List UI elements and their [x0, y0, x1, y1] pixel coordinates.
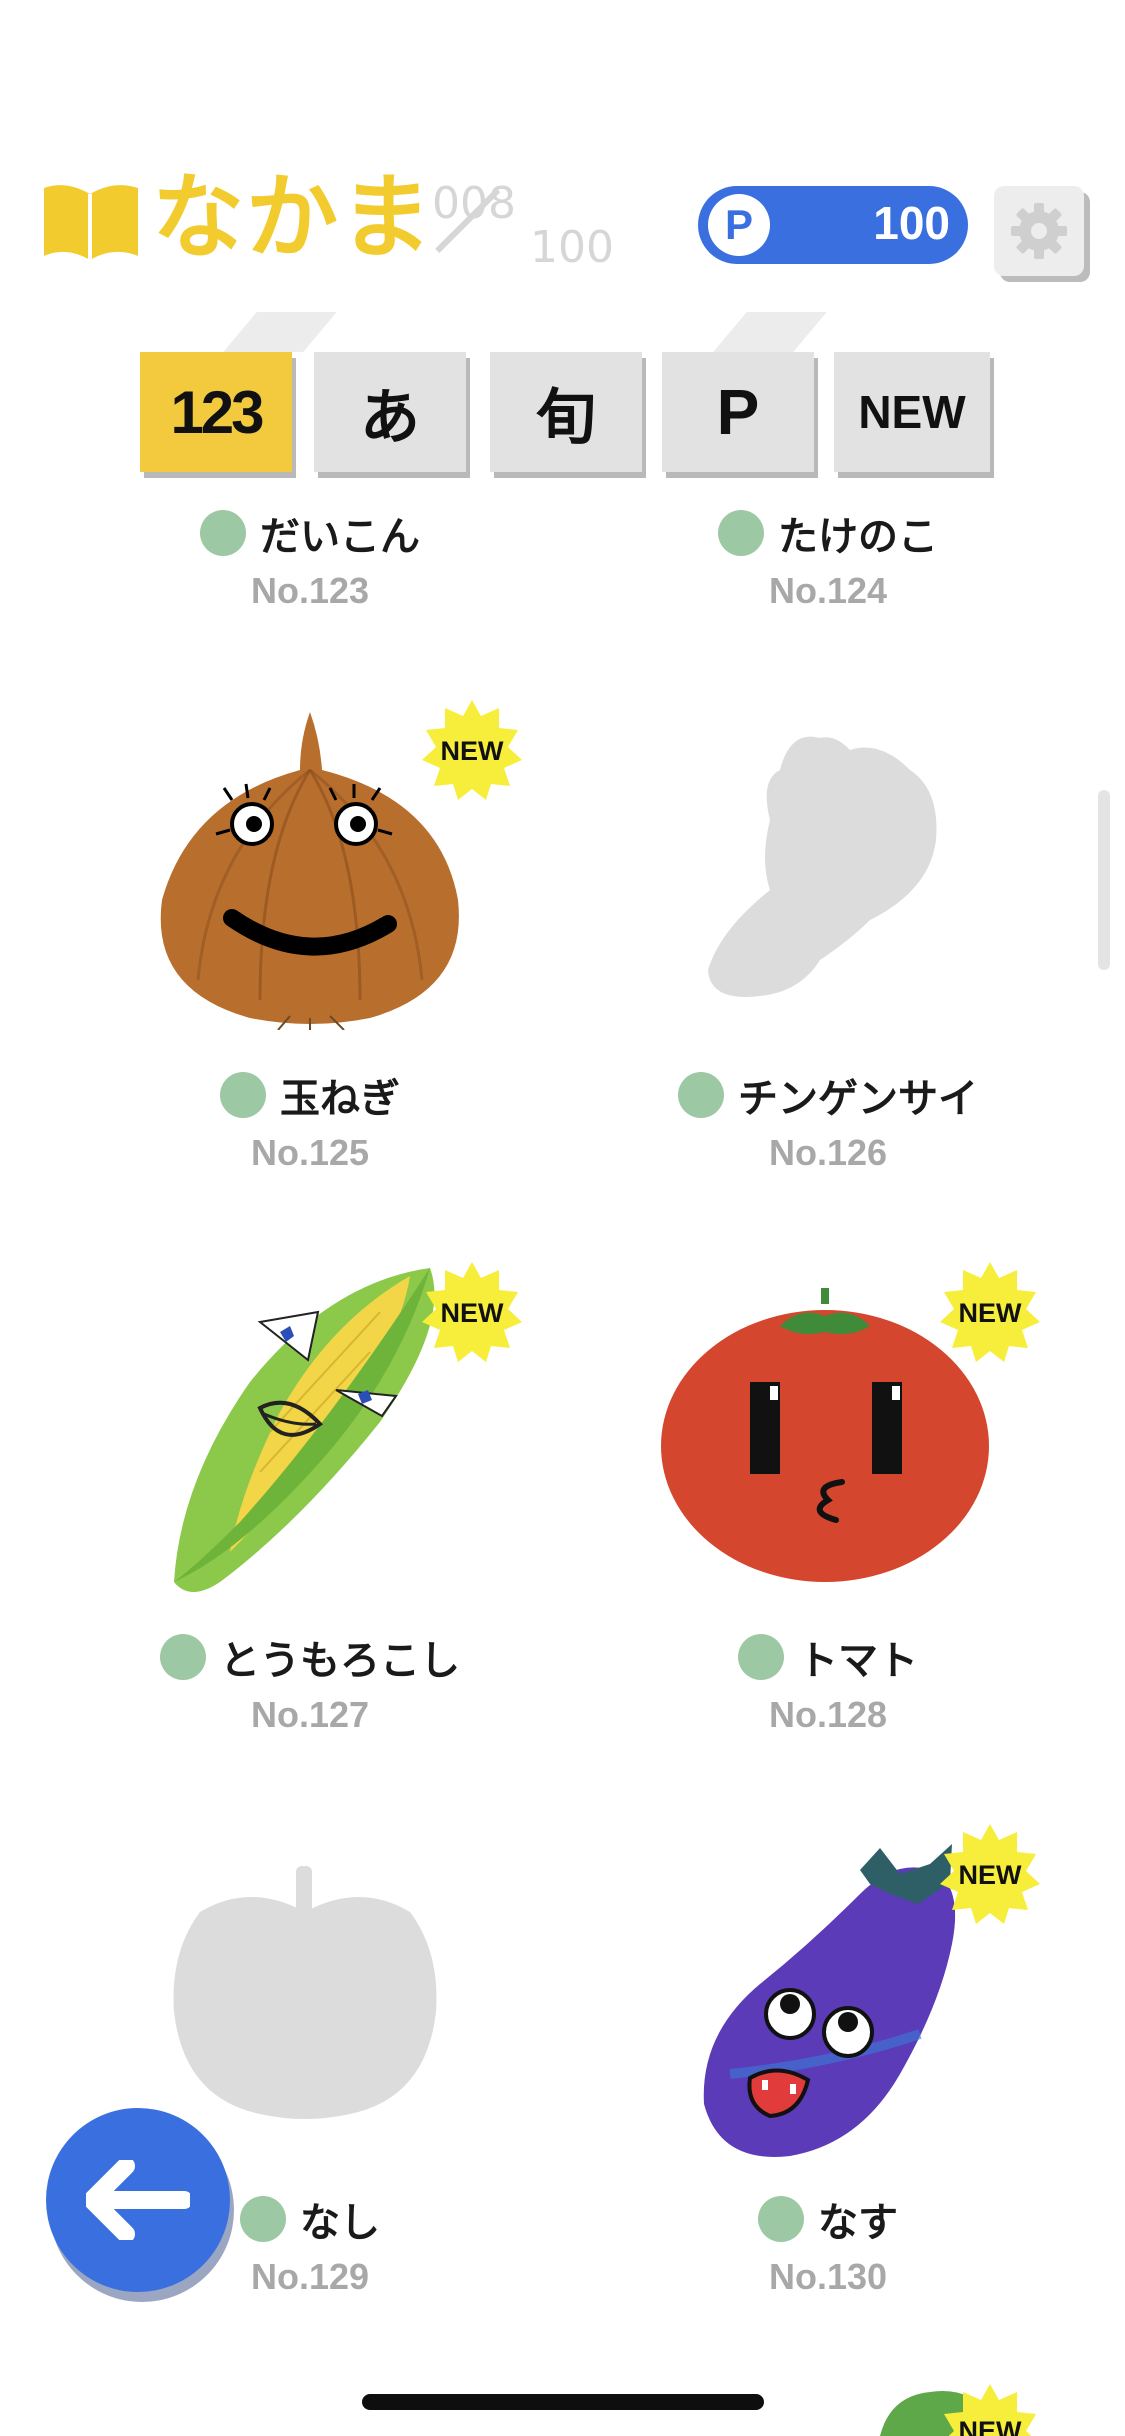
total-count: 100	[530, 222, 614, 273]
list-item-label[interactable]: たけのこ	[568, 504, 1088, 562]
new-badge: NEW	[422, 1262, 522, 1362]
gear-icon	[1011, 203, 1067, 259]
new-badge: NEW	[940, 1824, 1040, 1924]
back-button[interactable]	[46, 2108, 230, 2292]
item-number: No.123	[250, 570, 370, 611]
arrow-left-icon	[86, 2160, 190, 2240]
new-badge: NEW	[422, 700, 522, 800]
list-item-label[interactable]: だいこん	[50, 504, 570, 562]
book-icon	[44, 185, 138, 260]
locked-silhouette-image[interactable]	[700, 730, 940, 1002]
status-dot	[758, 2196, 804, 2242]
list-item-label[interactable]: チンゲンサイ	[568, 1066, 1088, 1124]
tab-points[interactable]: P	[662, 352, 814, 472]
scrollbar[interactable]	[1098, 790, 1110, 970]
item-number: No.130	[768, 2256, 888, 2297]
item-number: No.128	[768, 1694, 888, 1735]
tab-new[interactable]: NEW	[834, 352, 990, 472]
svg-text:NEW: NEW	[441, 1298, 505, 1328]
svg-text:NEW: NEW	[441, 736, 505, 766]
item-number: No.125	[250, 1132, 370, 1173]
status-dot	[160, 1634, 206, 1680]
status-dot	[738, 1634, 784, 1680]
item-number: No.124	[768, 570, 888, 611]
item-name: トマト	[798, 1638, 918, 1684]
home-indicator[interactable]	[362, 2394, 764, 2410]
svg-text:NEW: NEW	[959, 1298, 1023, 1328]
page-title: なかま	[152, 164, 435, 271]
item-name: 玉ねぎ	[280, 1076, 400, 1122]
svg-text:NEW: NEW	[959, 1860, 1023, 1890]
item-name: たけのこ	[778, 514, 938, 560]
item-number: No.126	[768, 1132, 888, 1173]
item-number: No.127	[250, 1694, 370, 1735]
points-icon: P	[708, 194, 770, 256]
tab-decoration	[713, 312, 827, 352]
item-name: チンゲンサイ	[738, 1076, 978, 1122]
tab-number[interactable]: 123	[140, 352, 292, 472]
list-item-label[interactable]: とうもろこし	[50, 1628, 570, 1686]
item-name: なす	[818, 2200, 898, 2246]
svg-text:NEW: NEW	[959, 2416, 1023, 2436]
status-dot	[200, 510, 246, 556]
item-name: だいこん	[260, 514, 420, 560]
tab-decoration	[223, 312, 337, 352]
points-value: 100	[873, 197, 950, 249]
new-badge: NEW	[944, 2384, 1036, 2436]
new-badge: NEW	[940, 1262, 1040, 1362]
status-dot	[718, 510, 764, 556]
status-dot	[240, 2196, 286, 2242]
locked-silhouette-image[interactable]	[170, 1862, 440, 2122]
settings-button[interactable]	[994, 186, 1084, 276]
item-name: とうもろこし	[220, 1638, 460, 1684]
list-item-label[interactable]: トマト	[568, 1628, 1088, 1686]
tab-kana[interactable]: あ	[314, 352, 466, 472]
collected-count: 008	[432, 178, 516, 229]
item-name: なし	[300, 2200, 380, 2246]
status-dot	[220, 1072, 266, 1118]
list-item-label[interactable]: 玉ねぎ	[50, 1066, 570, 1124]
eggplant-character-image[interactable]	[690, 1834, 970, 2164]
list-item-label[interactable]: なす	[568, 2190, 1088, 2248]
tab-season[interactable]: 旬	[490, 352, 642, 472]
corn-character-image[interactable]	[160, 1262, 450, 1602]
status-dot	[678, 1072, 724, 1118]
